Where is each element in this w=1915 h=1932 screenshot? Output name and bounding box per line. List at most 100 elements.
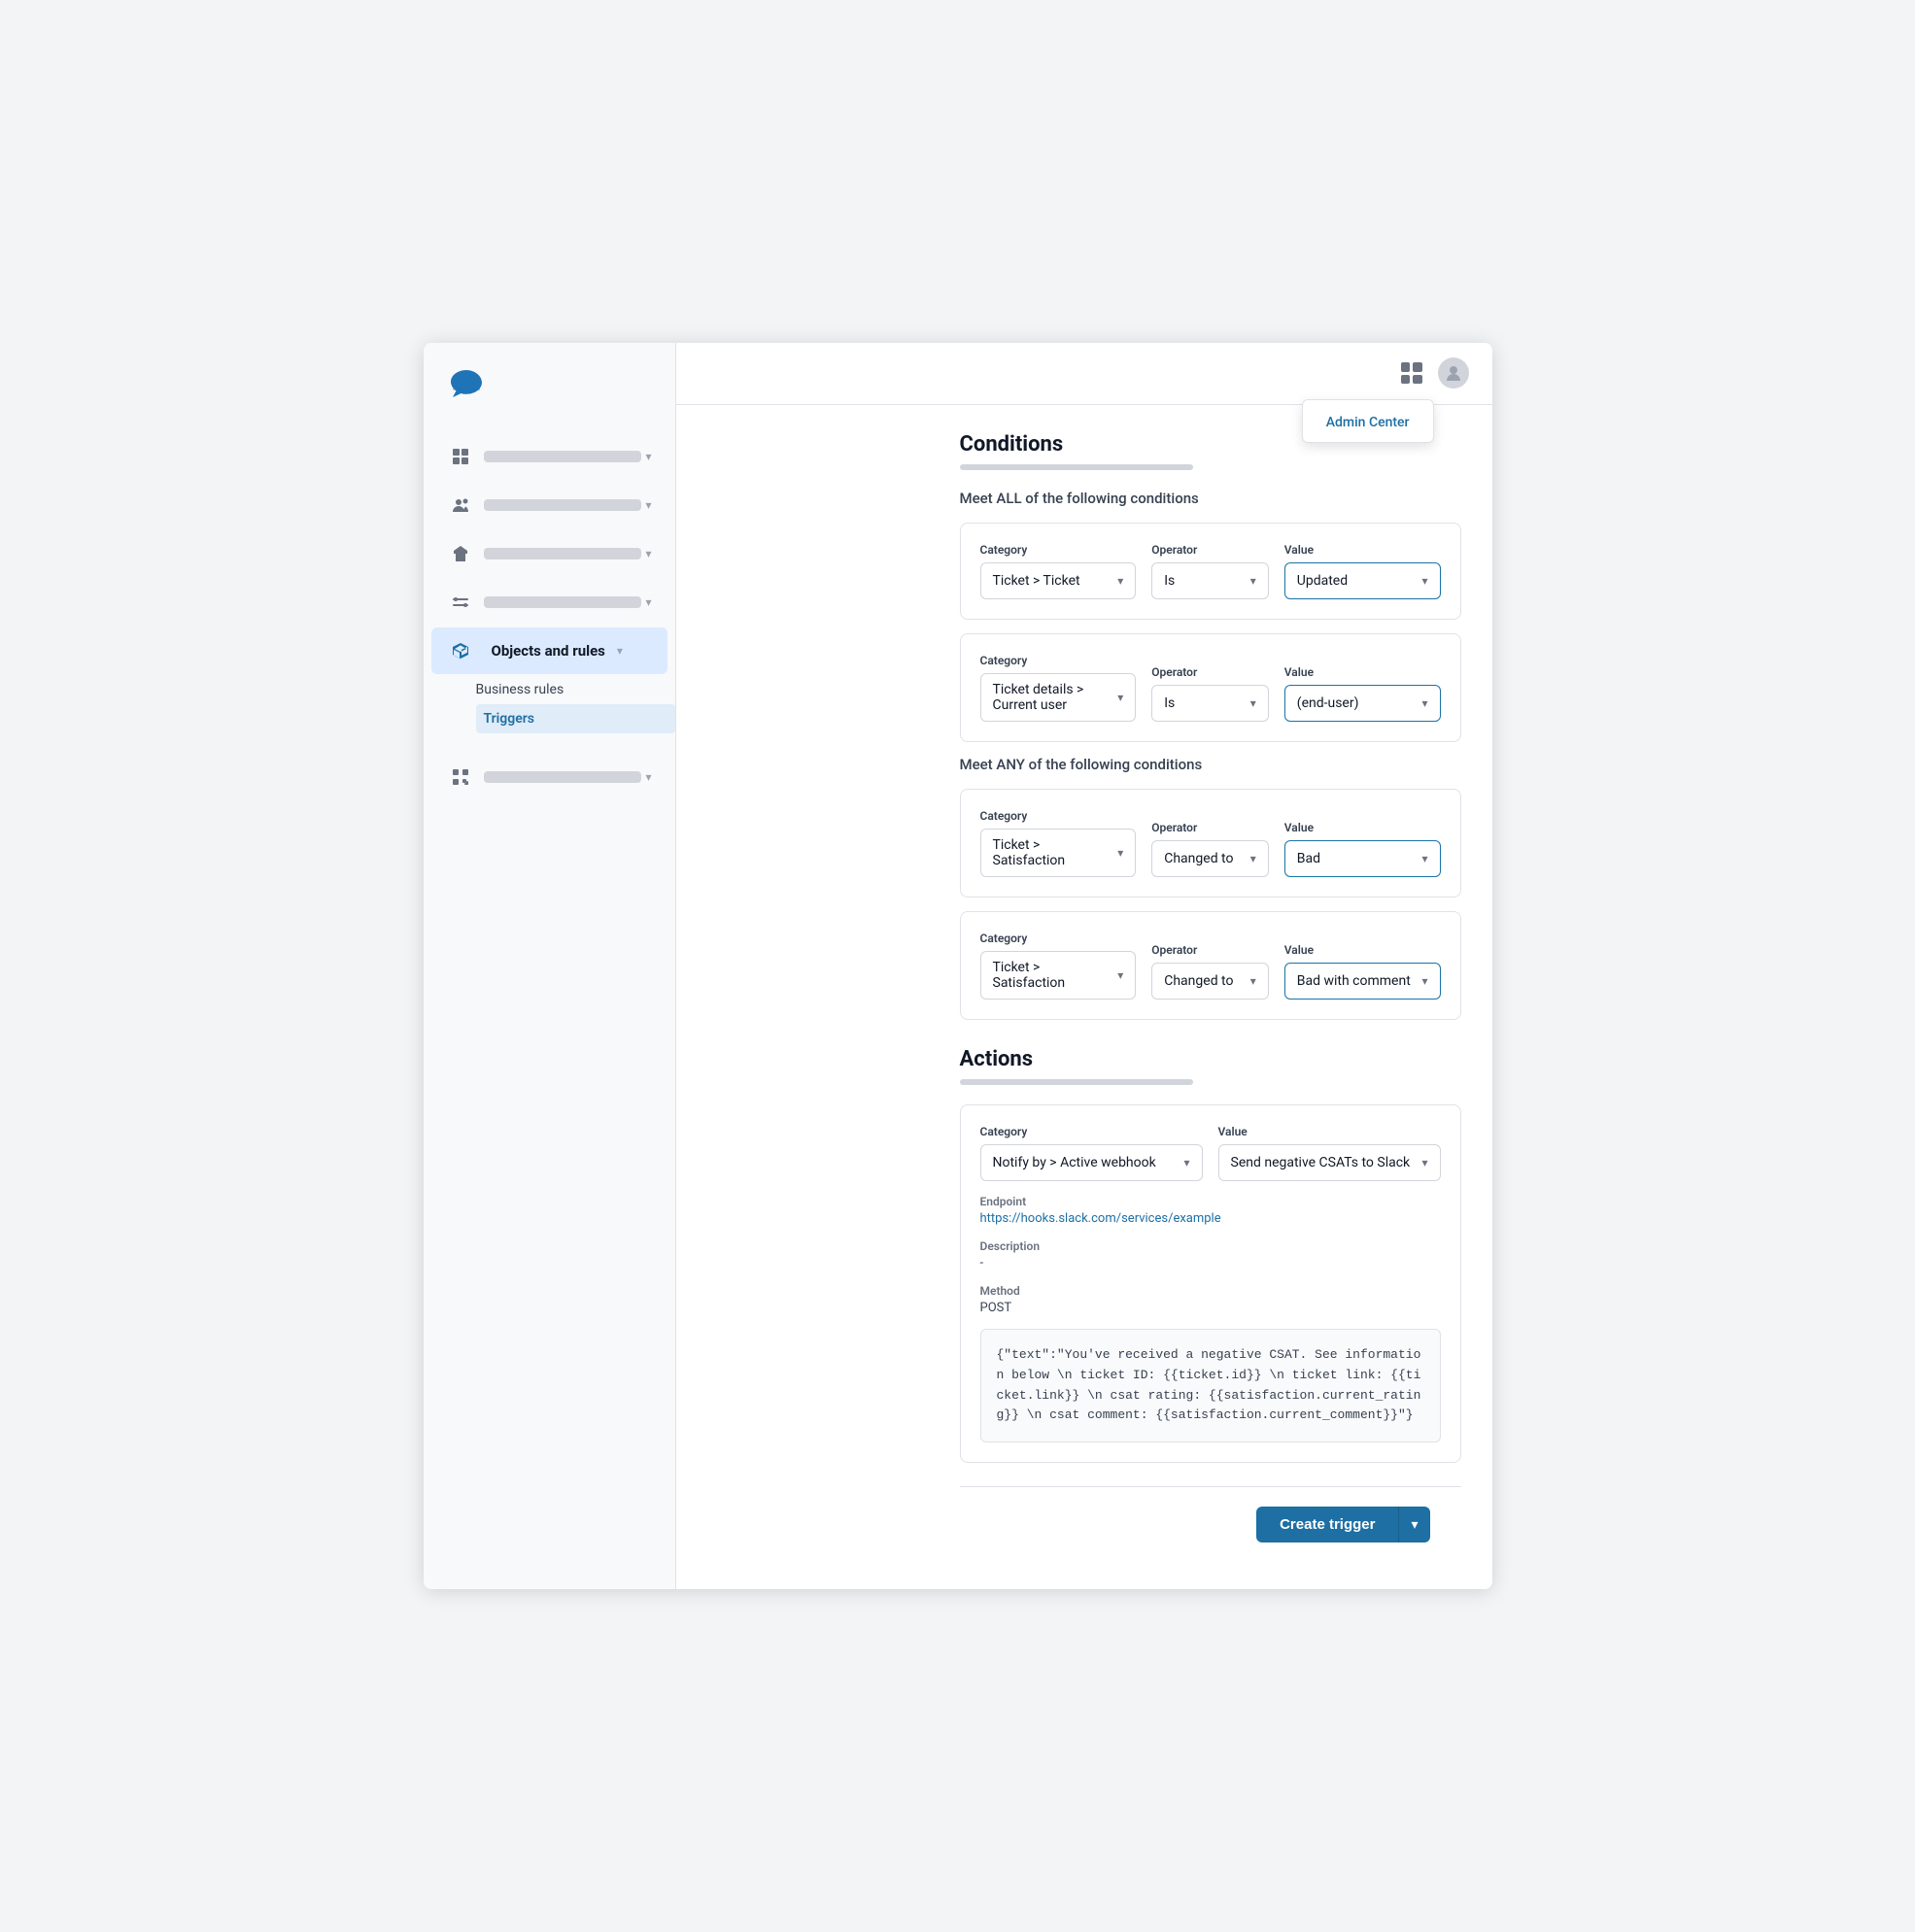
workspaces-icon	[447, 589, 474, 616]
chevron-icon: ▾	[1421, 974, 1427, 988]
chevron-down-icon: ▾	[645, 450, 651, 463]
field-group-value-3: Value Bad ▾	[1284, 821, 1441, 877]
category-label-1: Category	[980, 543, 1137, 557]
value-label-2: Value	[1284, 665, 1441, 679]
people-icon	[447, 491, 474, 519]
create-trigger-button[interactable]: Create trigger	[1256, 1507, 1398, 1542]
sidebar-item-channels-label	[484, 548, 642, 559]
category-select-3[interactable]: Ticket > Satisfaction ▾	[980, 829, 1137, 877]
category-label-2: Category	[980, 654, 1137, 667]
operator-select-3[interactable]: Changed to ▾	[1151, 840, 1269, 877]
value-label-1: Value	[1284, 543, 1441, 557]
actions-section: Actions Category Notify by > Active webh…	[960, 1047, 1461, 1463]
actions-title: Actions	[960, 1047, 1461, 1071]
chevron-down-icon: ▾	[645, 498, 651, 512]
sidebar-item-apps-label	[484, 771, 642, 783]
method-label: Method	[980, 1284, 1441, 1298]
operator-select-4[interactable]: Changed to ▾	[1151, 963, 1269, 1000]
value-label-4: Value	[1284, 943, 1441, 957]
main-content: Conditions Meet ALL of the following con…	[929, 405, 1492, 1589]
field-group-category-1: Category Ticket > Ticket ▾	[980, 543, 1137, 599]
condition-row-1: Category Ticket > Ticket ▾ Operator Is ▾…	[980, 543, 1441, 599]
endpoint-label: Endpoint	[980, 1195, 1441, 1208]
method-block: Method POST	[980, 1284, 1441, 1315]
condition-card-1: Category Ticket > Ticket ▾ Operator Is ▾…	[960, 523, 1461, 620]
sidebar-sub-item-business-rules[interactable]: Business rules	[476, 675, 675, 704]
sidebar-item-objects[interactable]: Objects and rules ▾	[431, 627, 667, 674]
description-label: Description	[980, 1239, 1441, 1253]
chevron-icon: ▾	[1250, 852, 1256, 865]
condition-row-2: Category Ticket details > Current user ▾…	[980, 654, 1441, 722]
condition-row-4: Category Ticket > Satisfaction ▾ Operato…	[980, 932, 1441, 1000]
value-select-4[interactable]: Bad with comment ▾	[1284, 963, 1441, 1000]
chevron-down-icon: ▾	[617, 644, 623, 658]
admin-center-link[interactable]: Admin Center	[1326, 415, 1410, 430]
create-trigger-arrow-button[interactable]: ▾	[1398, 1507, 1429, 1542]
meet-all-label: Meet ALL of the following conditions	[960, 490, 1461, 507]
chevron-icon: ▾	[1117, 691, 1123, 704]
channels-icon	[447, 540, 474, 567]
action-value-select[interactable]: Send negative CSATs to Slack ▾	[1218, 1144, 1441, 1181]
field-group-category-3: Category Ticket > Satisfaction ▾	[980, 809, 1137, 877]
chevron-icon: ▾	[1117, 574, 1123, 588]
chevron-down-icon: ▾	[645, 595, 651, 609]
field-group-value-1: Value Updated ▾	[1284, 543, 1441, 599]
conditions-progress	[960, 464, 1193, 470]
code-block: {"text":"You've received a negative CSAT…	[980, 1329, 1441, 1442]
operator-select-2[interactable]: Is ▾	[1151, 685, 1269, 722]
condition-card-2: Category Ticket details > Current user ▾…	[960, 633, 1461, 742]
chevron-icon: ▾	[1421, 1156, 1427, 1169]
endpoint-block: Endpoint https://hooks.slack.com/service…	[980, 1195, 1441, 1226]
field-group-value-4: Value Bad with comment ▾	[1284, 943, 1441, 1000]
sidebar-item-workspaces[interactable]: ▾	[431, 579, 667, 626]
action-card: Category Notify by > Active webhook ▾ Va…	[960, 1104, 1461, 1463]
chevron-down-icon: ▾	[645, 770, 651, 784]
chevron-icon: ▾	[1421, 696, 1427, 710]
operator-select-1[interactable]: Is ▾	[1151, 562, 1269, 599]
category-select-1[interactable]: Ticket > Ticket ▾	[980, 562, 1137, 599]
sidebar-item-people[interactable]: ▾	[431, 482, 667, 528]
apps-icon	[447, 763, 474, 791]
action-category-label: Category	[980, 1125, 1203, 1138]
field-group-value-2: Value (end-user) ▾	[1284, 665, 1441, 722]
chevron-icon: ▾	[1117, 968, 1123, 982]
value-select-2[interactable]: (end-user) ▾	[1284, 685, 1441, 722]
value-select-3[interactable]: Bad ▾	[1284, 840, 1441, 877]
app-shell: ▾ ▾ ▾ ▾ Objects and	[424, 343, 1492, 1589]
field-group-operator-4: Operator Changed to ▾	[1151, 943, 1269, 1000]
sidebar-sub-item-triggers[interactable]: Triggers	[476, 704, 675, 733]
action-row: Category Notify by > Active webhook ▾ Va…	[980, 1125, 1441, 1181]
sidebar-item-channels[interactable]: ▾	[431, 530, 667, 577]
value-select-1[interactable]: Updated ▾	[1284, 562, 1441, 599]
field-group-operator-2: Operator Is ▾	[1151, 665, 1269, 722]
condition-card-4: Category Ticket > Satisfaction ▾ Operato…	[960, 911, 1461, 1020]
sidebar-item-home[interactable]: ▾	[431, 433, 667, 480]
admin-center-dropdown: Admin Center	[1302, 399, 1434, 443]
sidebar-item-objects-label: Objects and rules	[492, 642, 605, 660]
category-select-4[interactable]: Ticket > Satisfaction ▾	[980, 951, 1137, 1000]
method-value: POST	[980, 1301, 1441, 1315]
logo	[424, 355, 675, 432]
home-icon	[447, 443, 474, 470]
category-label-4: Category	[980, 932, 1137, 945]
chevron-icon: ▾	[1421, 574, 1427, 588]
apps-grid-icon[interactable]	[1401, 362, 1422, 384]
condition-row-3: Category Ticket > Satisfaction ▾ Operato…	[980, 809, 1441, 877]
actions-progress	[960, 1079, 1193, 1085]
chevron-icon: ▾	[1250, 974, 1256, 988]
meet-any-label: Meet ANY of the following conditions	[960, 756, 1461, 773]
category-label-3: Category	[980, 809, 1137, 823]
action-value-group: Value Send negative CSATs to Slack ▾	[1218, 1125, 1441, 1181]
user-avatar[interactable]	[1438, 357, 1469, 389]
field-group-category-4: Category Ticket > Satisfaction ▾	[980, 932, 1137, 1000]
chevron-down-icon: ▾	[645, 547, 651, 560]
category-select-2[interactable]: Ticket details > Current user ▾	[980, 673, 1137, 722]
operator-label-1: Operator	[1151, 543, 1269, 557]
action-value-label: Value	[1218, 1125, 1441, 1138]
action-category-select[interactable]: Notify by > Active webhook ▾	[980, 1144, 1203, 1181]
sidebar-sub-items: Business rules Triggers	[424, 675, 675, 733]
sidebar-item-home-label	[484, 451, 642, 462]
sidebar-item-apps[interactable]: ▾	[431, 754, 667, 800]
action-category-group: Category Notify by > Active webhook ▾	[980, 1125, 1203, 1181]
operator-label-3: Operator	[1151, 821, 1269, 834]
